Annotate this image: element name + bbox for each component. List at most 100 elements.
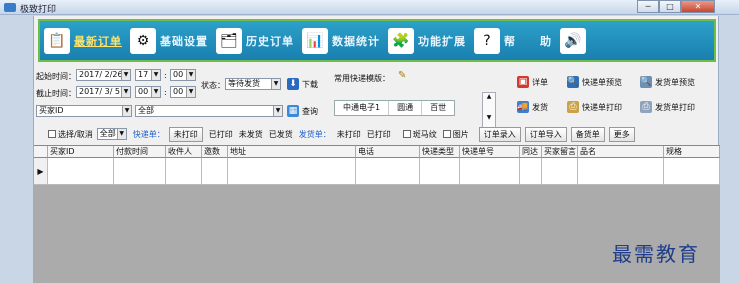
template-option[interactable]: 圆通 xyxy=(389,101,423,115)
column-header[interactable]: 邀数 xyxy=(202,146,228,158)
latest-orders-icon: 📋 xyxy=(44,27,70,54)
table-cell[interactable] xyxy=(228,158,356,185)
delivery-preview-button[interactable]: 🔍 发货单预览 xyxy=(640,76,695,88)
column-header[interactable]: 快递单号 xyxy=(460,146,520,158)
express-unshipped-button[interactable]: 未发货 xyxy=(239,129,263,140)
download-button[interactable]: ⬇ 下载 xyxy=(287,78,318,90)
detail-button[interactable]: ▣ 详单 xyxy=(517,76,548,88)
column-header[interactable] xyxy=(34,146,48,158)
start-hour-select[interactable]: 17 ▼ xyxy=(135,69,161,81)
column-header[interactable]: 快递类型 xyxy=(420,146,460,158)
express-print-label: 快递单打印 xyxy=(582,102,622,112)
table-cell[interactable] xyxy=(664,158,720,185)
zebra-checkbox[interactable] xyxy=(402,130,411,138)
table-cell[interactable] xyxy=(114,158,166,185)
end-hour-select[interactable]: 00 ▼ xyxy=(135,86,161,98)
nav-latest-orders[interactable]: 📋 最新订单 xyxy=(44,27,122,54)
table-cell[interactable] xyxy=(460,158,520,185)
zebra-option[interactable]: 斑马纹 xyxy=(402,129,437,140)
stock-list-button[interactable]: 备货单 xyxy=(570,126,605,142)
table-cell[interactable] xyxy=(356,158,420,185)
express-preview-button[interactable]: 🔍 快递单预览 xyxy=(567,76,622,88)
ship-button[interactable]: 🚚 发货 xyxy=(517,101,548,113)
more-button[interactable]: 更多 xyxy=(608,126,635,142)
status-select[interactable]: 等待发货 ▼ xyxy=(225,78,281,90)
nav-label: 历史订单 xyxy=(246,34,294,48)
query-icon: ▦ xyxy=(287,105,299,117)
image-checkbox[interactable] xyxy=(442,130,451,138)
delivery-preview-label: 发货单预览 xyxy=(655,77,695,87)
table-cell[interactable] xyxy=(166,158,202,185)
delivery-status-label: 发货单： xyxy=(298,129,331,139)
order-import-button[interactable]: 订单导入 xyxy=(524,126,567,142)
table-cell[interactable] xyxy=(420,158,460,185)
order-entry-button[interactable]: 订单录入 xyxy=(478,126,521,142)
buyer-field-select[interactable]: 买家ID ▼ xyxy=(36,105,132,117)
express-print-button[interactable]: ⎙ 快递单打印 xyxy=(567,101,622,113)
column-header[interactable]: 电话 xyxy=(356,146,420,158)
nav-label: 帮 助 xyxy=(504,34,552,48)
settings-gear-icon: ⚙ xyxy=(130,27,156,54)
app-logo-icon xyxy=(4,3,16,12)
row-selector[interactable]: ▶ xyxy=(34,158,48,185)
nav-help[interactable]: ? 帮 助 xyxy=(474,27,552,54)
express-printed-button[interactable]: 已打印 xyxy=(209,129,233,140)
column-header[interactable]: 规格 xyxy=(664,146,720,158)
end-minute-select[interactable]: 00 ▼ xyxy=(170,86,196,98)
start-time-label: 起始时间： xyxy=(36,72,76,81)
end-date-picker[interactable]: 2017/ 3/ 5 ▼ xyxy=(76,86,131,98)
template-option[interactable]: 百世 xyxy=(422,101,454,115)
nav-basic-settings[interactable]: ⚙ 基础设置 xyxy=(130,27,208,54)
table-cell[interactable] xyxy=(48,158,114,185)
window-title: 极致打印 xyxy=(20,5,57,15)
query-button[interactable]: ▦ 查询 xyxy=(287,105,318,117)
history-orders-icon: 🗂 xyxy=(216,27,242,54)
title-bar: 极致打印 ─ □ ✕ xyxy=(0,0,739,15)
column-header[interactable]: 付款时间 xyxy=(114,146,166,158)
column-header[interactable]: 地址 xyxy=(228,146,356,158)
column-header[interactable]: 买家留言 xyxy=(542,146,578,158)
nav-announcement[interactable]: 🔊 xyxy=(560,27,590,54)
column-header[interactable]: 收件人 xyxy=(166,146,202,158)
table-cell[interactable] xyxy=(202,158,228,185)
minimize-button[interactable]: ─ xyxy=(637,0,659,13)
close-button[interactable]: ✕ xyxy=(681,0,715,13)
ship-label: 发货 xyxy=(532,102,548,112)
table-cell[interactable] xyxy=(542,158,578,185)
delivery-print-label: 发货单打印 xyxy=(655,102,695,112)
image-option[interactable]: 图片 xyxy=(442,129,469,140)
download-label: 下载 xyxy=(302,79,318,89)
nav-label: 最新订单 xyxy=(74,34,122,48)
scope-select[interactable]: 全部 ▼ xyxy=(96,128,127,140)
nav-extensions[interactable]: 🧩 功能扩展 xyxy=(388,27,466,54)
table-header: 买家ID 付款时间 收件人 邀数 地址 电话 快递类型 快递单号 同达 买家留言… xyxy=(34,146,720,158)
print-icon: ⎙ xyxy=(640,101,652,113)
select-all-checkbox[interactable] xyxy=(48,130,56,138)
print-icon: ⎙ xyxy=(567,101,579,113)
delivery-unprinted-button[interactable]: 未打印 xyxy=(337,129,361,140)
select-toggle[interactable]: 选择/取消 xyxy=(48,129,93,140)
status-label: 状态： xyxy=(201,81,225,90)
table-cell[interactable] xyxy=(578,158,664,185)
end-time-label: 截止时间： xyxy=(36,89,76,98)
buyer-scope-select[interactable]: 全部 ▼ xyxy=(135,105,283,117)
maximize-button[interactable]: □ xyxy=(659,0,681,13)
start-date-picker[interactable]: 2017/ 2/26 ▼ xyxy=(76,69,131,81)
delivery-printed-button[interactable]: 已打印 xyxy=(367,129,391,140)
column-header[interactable]: 同达 xyxy=(520,146,542,158)
delivery-print-button[interactable]: ⎙ 发货单打印 xyxy=(640,101,695,113)
express-shipped-button[interactable]: 已发货 xyxy=(269,129,293,140)
announcement-icon: 🔊 xyxy=(560,27,586,54)
table-row[interactable]: ▶ xyxy=(34,158,720,185)
edit-template-icon[interactable]: ✎ xyxy=(398,70,406,81)
column-header[interactable]: 品名 xyxy=(578,146,664,158)
templates-label: 常用快递模版： xyxy=(334,74,390,83)
express-unprinted-button[interactable]: 未打印 xyxy=(168,126,203,142)
template-option[interactable]: 中通电子1 xyxy=(335,101,390,115)
nav-statistics[interactable]: 📊 数据统计 xyxy=(302,27,380,54)
express-preview-label: 快递单预览 xyxy=(582,77,622,87)
column-header[interactable]: 买家ID xyxy=(48,146,114,158)
start-minute-select[interactable]: 00 ▼ xyxy=(170,69,196,81)
nav-history-orders[interactable]: 🗂 历史订单 xyxy=(216,27,294,54)
table-cell[interactable] xyxy=(520,158,542,185)
